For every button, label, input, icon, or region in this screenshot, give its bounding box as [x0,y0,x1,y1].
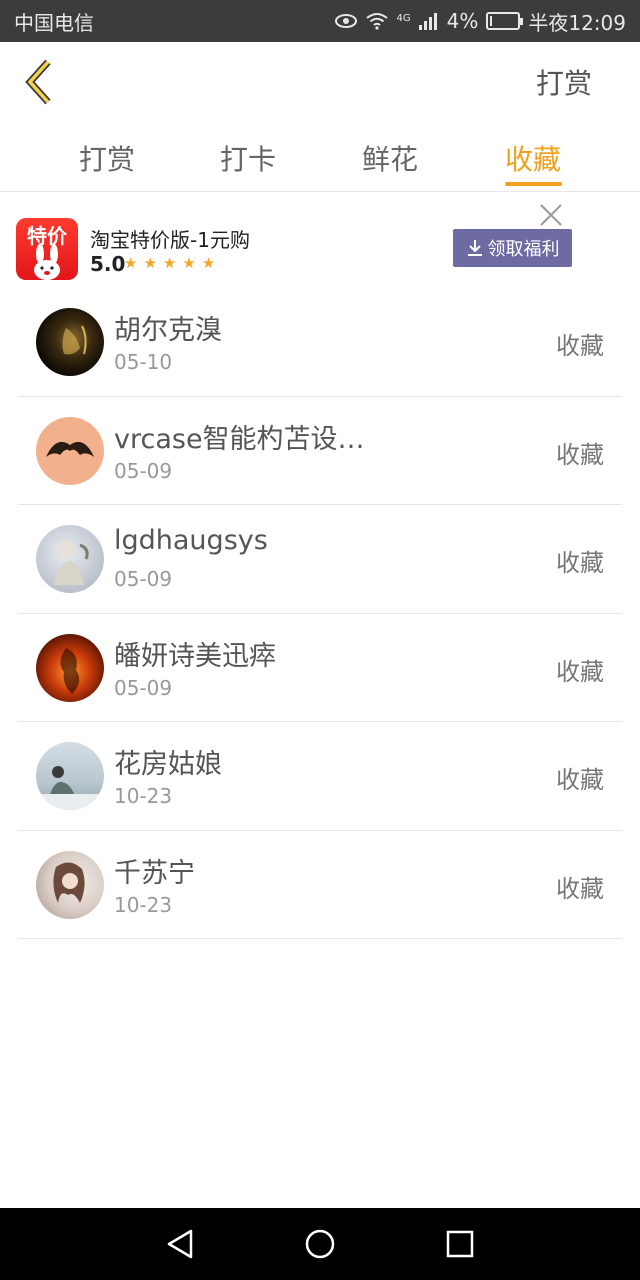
chevron-left-icon [25,59,51,105]
item-date: 05-09 [114,567,173,591]
item-date: 05-09 [114,675,173,700]
header: 打赏 [0,42,640,122]
list-item[interactable]: 花房姑娘 10-23 收藏 [18,722,622,831]
back-button[interactable] [18,56,66,108]
system-nav-bar [0,1208,640,1280]
circle-home-icon [305,1229,335,1259]
battery-icon [486,12,524,30]
signal-icon [418,12,439,30]
avatar[interactable] [36,416,104,485]
ad-claim-label: 领取福利 [487,239,560,260]
eye-icon [334,13,357,29]
tab-flowers[interactable]: 鲜花 [340,138,440,178]
tab-favorites[interactable]: 收藏 [483,138,583,178]
triangle-back-icon [167,1229,193,1259]
user-name: lgdhaugsys [114,525,268,556]
close-icon [540,204,562,226]
list-item[interactable]: 千苏宁 10-23 收藏 [18,831,622,939]
status-bar: 中国电信 4G 4% 半夜12:09 [0,0,640,42]
item-date: 05-09 [114,458,173,483]
item-action-label: 收藏 [556,874,604,903]
square-recents-icon [446,1230,474,1258]
item-action-label: 收藏 [556,440,604,469]
avatar[interactable] [36,308,104,376]
ad-close-button[interactable] [538,202,564,228]
carrier-label: 中国电信 [14,10,94,35]
item-action-label: 收藏 [556,657,604,686]
user-name: 千苏宁 [114,857,195,889]
user-name: 胡尔克溴 [114,315,222,346]
item-date: 10-23 [114,784,173,808]
item-action-label: 收藏 [556,549,604,577]
ad-banner[interactable]: 特价 淘宝特价版-1元购 5.0 ★★★★★ 领取福利 [0,200,640,292]
user-name: 皤妍诗美迅瘁 [114,640,276,672]
ad-claim-button[interactable]: 领取福利 [453,229,572,267]
ad-title: 淘宝特价版-1元购 [90,228,250,252]
list-item[interactable]: lgdhaugsys 05-09 收藏 [18,505,622,614]
list-item[interactable]: vrcase智能杓苫设… 05-09 收藏 [18,397,622,505]
avatar[interactable] [36,633,104,702]
avatar[interactable] [36,742,104,810]
tab-checkin[interactable]: 打卡 [198,138,298,178]
time-label: 半夜12:09 [528,10,626,35]
avatar[interactable] [36,525,104,593]
tab-active-indicator [505,182,562,186]
user-name: 花房姑娘 [114,749,222,780]
item-action-label: 收藏 [556,766,604,794]
download-icon [467,240,482,256]
item-date: 05-10 [114,350,173,374]
nav-recents-button[interactable] [430,1214,490,1274]
network-type-label: 4G [396,12,411,24]
avatar[interactable] [36,850,104,919]
status-icons: 4G 4% 半夜12:09 [334,7,626,36]
tab-reward[interactable]: 打赏 [57,138,157,178]
nav-home-button[interactable] [290,1214,350,1274]
item-action-label: 收藏 [556,332,604,360]
battery-percent: 4% [446,9,479,33]
item-date: 10-23 [114,892,173,917]
ad-app-logo: 特价 [16,218,78,280]
list-item[interactable]: 皤妍诗美迅瘁 05-09 收藏 [18,614,622,722]
wifi-icon [365,12,389,30]
tab-bar: 打赏 打卡 鲜花 收藏 [0,128,640,192]
ad-stars: ★★★★★ [124,254,222,272]
list-item[interactable]: 胡尔克溴 05-10 收藏 [18,288,622,397]
nav-back-button[interactable] [150,1214,210,1274]
user-name: vrcase智能杓苫设… [114,423,365,455]
favorites-list: 胡尔克溴 05-10 收藏 vrcase智能杓苫设… 05-09 收藏 lgdh… [18,288,622,939]
screen: 中国电信 4G 4% 半夜12:09 打赏 打赏 打卡 鲜花 收藏 特价 淘宝特… [0,0,640,1280]
ad-rating: 5.0 [90,252,126,276]
header-reward-button[interactable]: 打赏 [536,62,592,102]
bunny-icon [34,244,60,280]
